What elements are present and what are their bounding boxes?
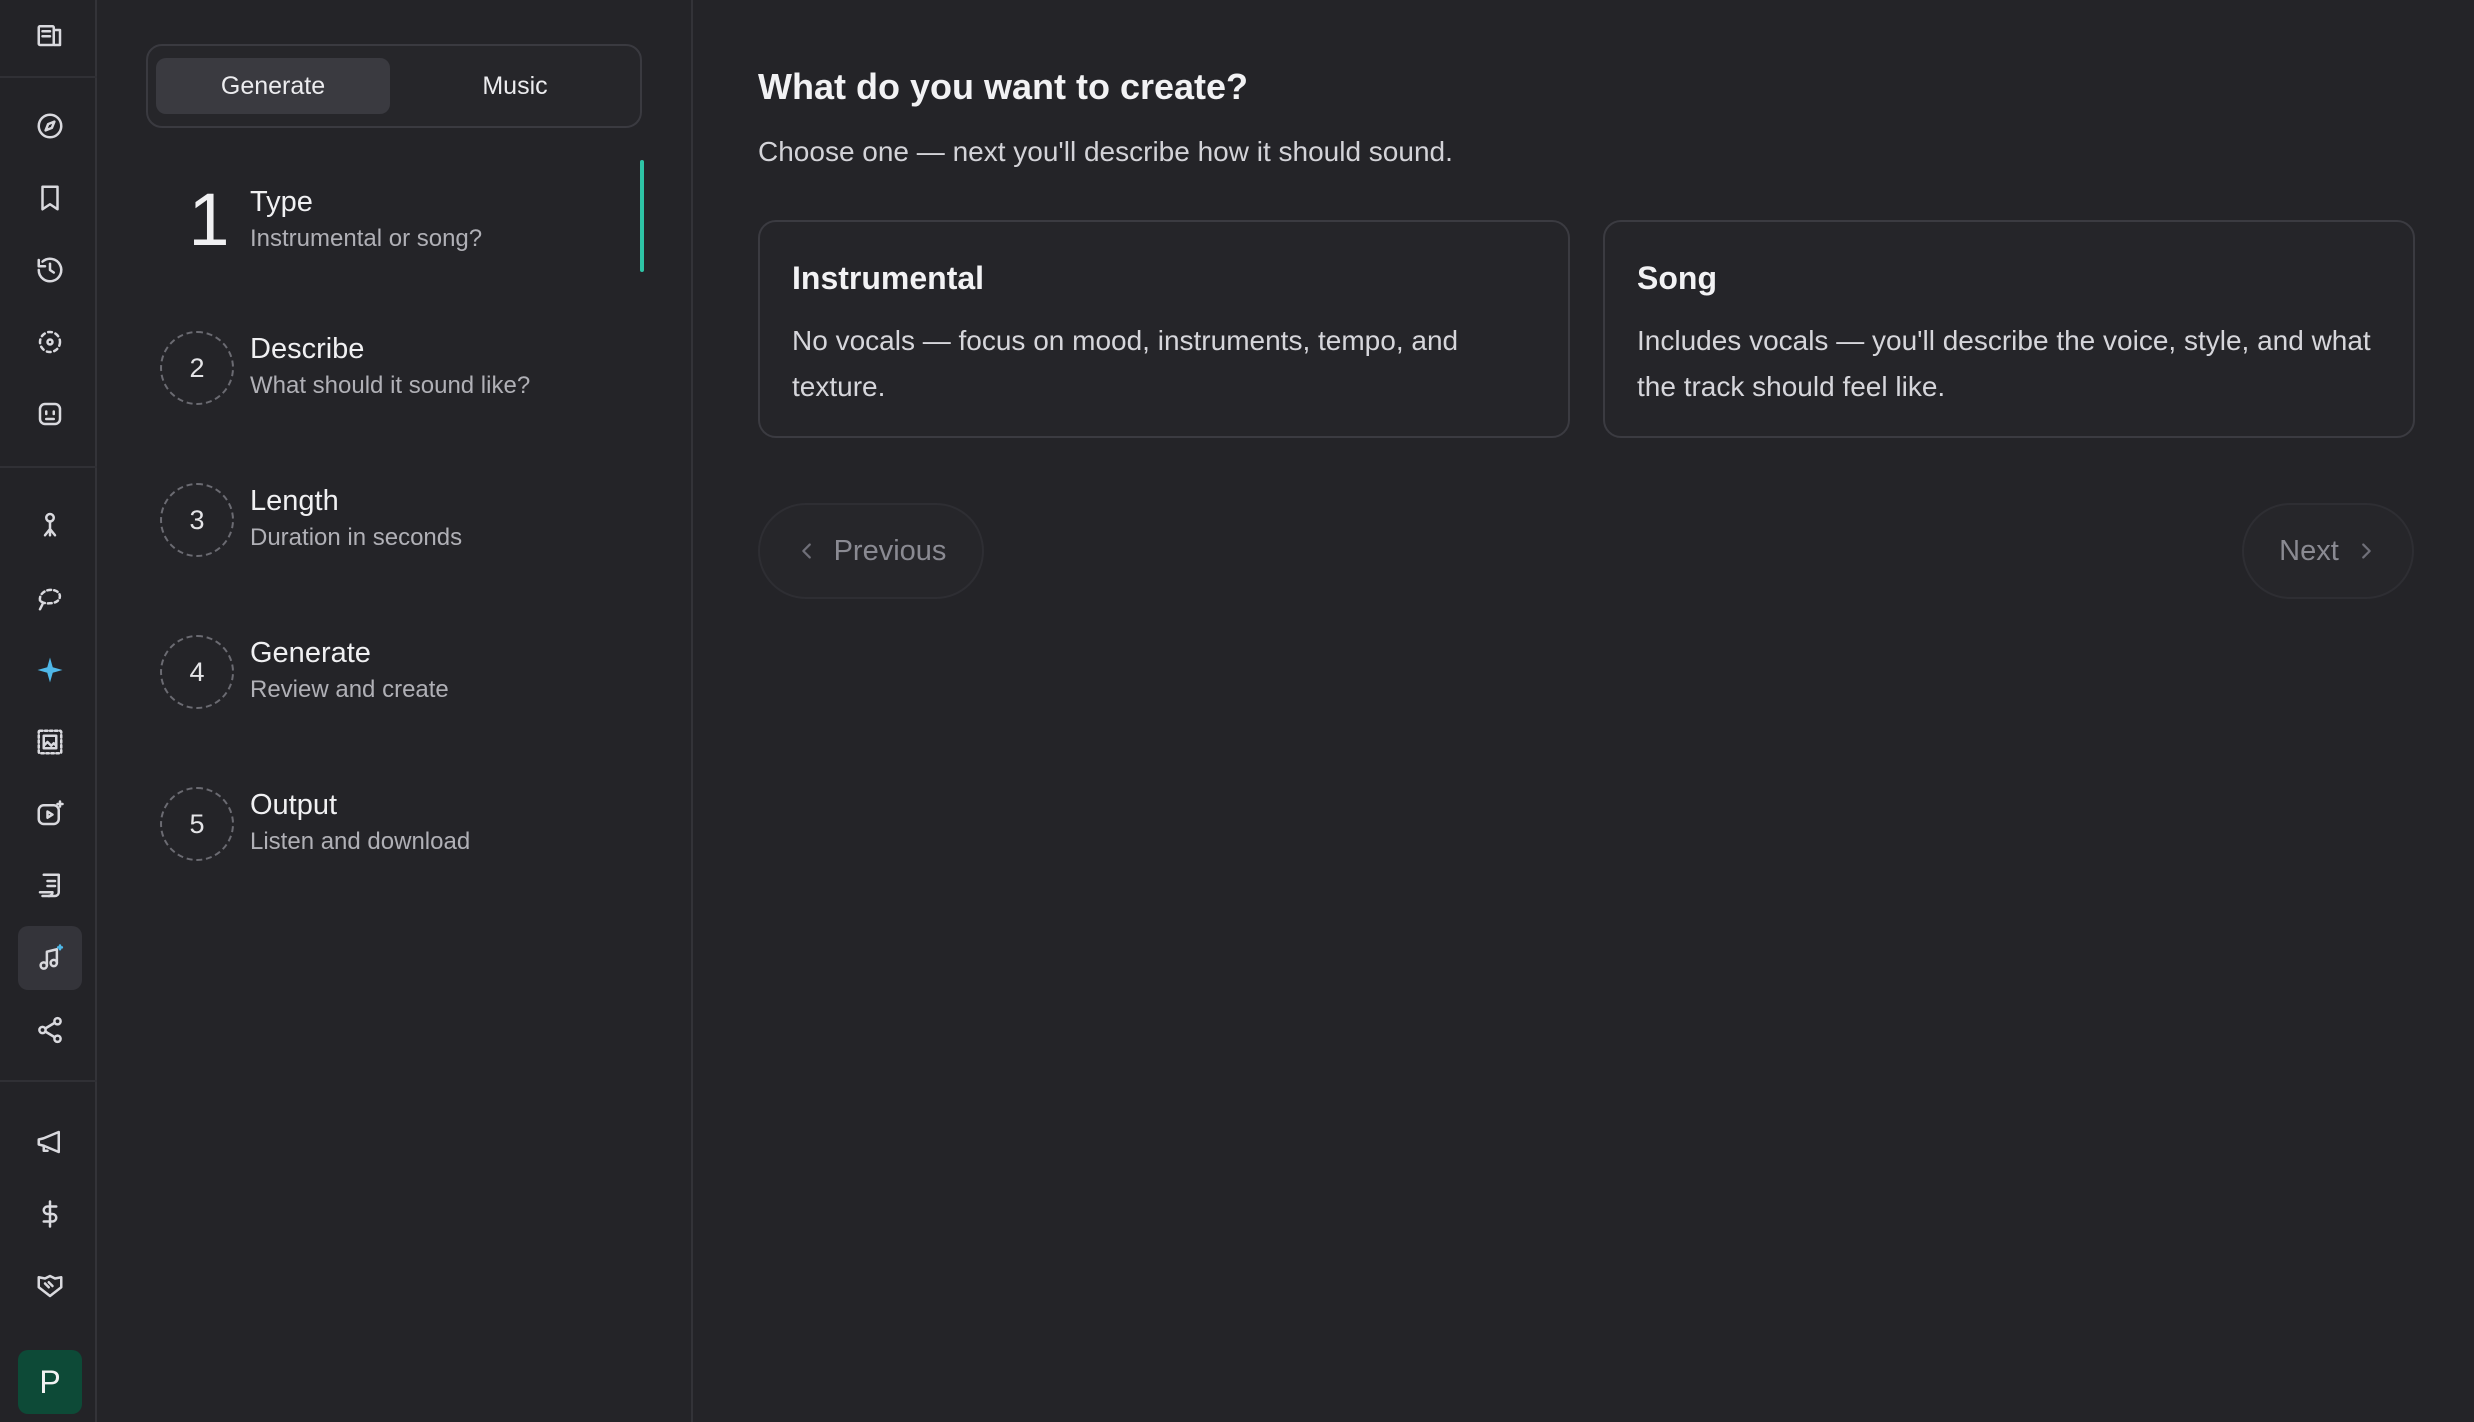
previous-label: Previous xyxy=(833,534,947,567)
tab-music[interactable]: Music xyxy=(398,58,632,114)
step-title: Describe xyxy=(250,333,365,365)
tab-generate[interactable]: Generate xyxy=(156,58,390,114)
history-icon[interactable] xyxy=(18,238,82,302)
step-number: 2 xyxy=(160,331,234,405)
sparkle-icon[interactable] xyxy=(18,638,82,702)
step-number: 4 xyxy=(160,635,234,709)
app-window: P Generate Music 1 Type Instrumental or … xyxy=(0,0,2474,1422)
handshake-icon[interactable] xyxy=(18,1254,82,1318)
steps-panel: Generate Music 1 Type Instrumental or so… xyxy=(97,0,693,1422)
step-output[interactable]: 5 Output Listen and download xyxy=(97,787,693,907)
pin-icon[interactable] xyxy=(18,492,82,556)
step-subtitle: Review and create xyxy=(250,676,449,703)
option-card-song[interactable]: Song Includes vocals — you'll describe t… xyxy=(1603,220,2415,438)
scan-icon[interactable] xyxy=(18,310,82,374)
step-number: 1 xyxy=(188,178,230,261)
lasso-icon[interactable] xyxy=(18,566,82,630)
step-subtitle: Instrumental or song? xyxy=(250,225,483,252)
option-title: Instrumental xyxy=(792,260,985,296)
step-number: 5 xyxy=(160,787,234,861)
step-title: Output xyxy=(250,789,338,821)
image-frame-icon[interactable] xyxy=(18,710,82,774)
step-title: Type xyxy=(250,186,313,218)
next-label: Next xyxy=(2279,534,2339,567)
music-icon[interactable] xyxy=(18,926,82,990)
option-title: Song xyxy=(1637,260,1717,296)
step-title: Generate xyxy=(250,637,371,669)
step-type[interactable]: 1 Type Instrumental or song? xyxy=(97,180,693,304)
app-logo-icon[interactable] xyxy=(18,3,82,67)
step-describe[interactable]: 2 Describe What should it sound like? xyxy=(97,331,693,451)
page-title: What do you want to create? xyxy=(758,66,1249,107)
step-subtitle: Duration in seconds xyxy=(250,524,463,551)
video-sparkle-icon[interactable] xyxy=(18,782,82,846)
previous-button[interactable]: Previous xyxy=(758,503,984,599)
step-title: Length xyxy=(250,485,339,517)
step-subtitle: What should it sound like? xyxy=(250,372,531,399)
bot-icon[interactable] xyxy=(18,382,82,446)
option-description: No vocals — focus on mood, instruments, … xyxy=(792,325,1459,402)
avatar[interactable]: P xyxy=(18,1350,82,1414)
next-button[interactable]: Next xyxy=(2242,503,2414,599)
dollar-icon[interactable] xyxy=(18,1182,82,1246)
option-card-instrumental[interactable]: Instrumental No vocals — focus on mood, … xyxy=(758,220,1570,438)
megaphone-icon[interactable] xyxy=(18,1110,82,1174)
step-length[interactable]: 3 Length Duration in seconds xyxy=(97,483,693,603)
main-content: What do you want to create? Choose one —… xyxy=(693,0,2474,1422)
script-icon[interactable] xyxy=(18,854,82,918)
step-subtitle: Listen and download xyxy=(250,828,471,855)
chevron-right-icon xyxy=(2361,543,2371,559)
step-number: 3 xyxy=(160,483,234,557)
compass-icon[interactable] xyxy=(18,94,82,158)
page-description: Choose one — next you'll describe how it… xyxy=(758,136,1453,167)
option-description: Includes vocals — you'll describe the vo… xyxy=(1637,325,2371,402)
share-icon[interactable] xyxy=(18,998,82,1062)
segmented-control: Generate Music xyxy=(146,44,642,128)
step-generate[interactable]: 4 Generate Review and create xyxy=(97,635,693,755)
chevron-left-icon xyxy=(801,543,811,559)
icon-rail: P xyxy=(0,0,97,1422)
bookmark-icon[interactable] xyxy=(18,166,82,230)
